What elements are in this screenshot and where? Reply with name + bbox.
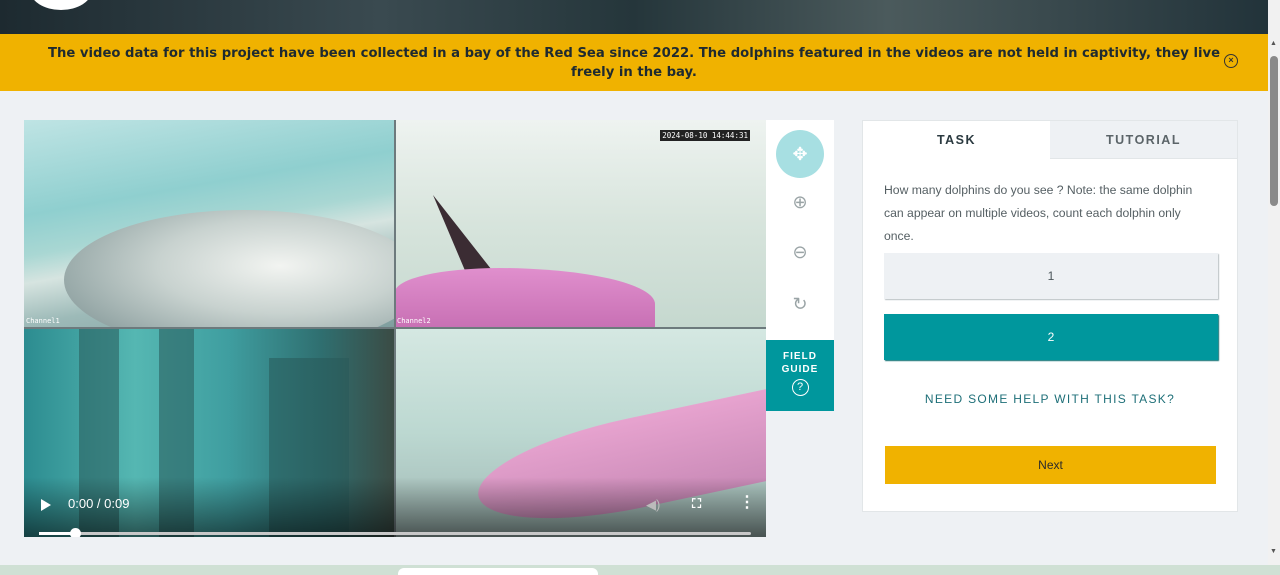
play-icon[interactable] [41,499,51,511]
scroll-down-icon[interactable]: ▼ [1270,548,1277,555]
hero-banner [0,0,1268,34]
task-panel: TASK TUTORIAL How many dolphins do you s… [862,120,1238,512]
channel-label: Channel2 [397,317,431,325]
camera-frame-2: 2024-08-10 14:44:31 Channel2 [395,120,766,328]
time-display: 0:00 / 0:09 [68,496,130,511]
progress-bar[interactable] [39,528,751,537]
rotate-icon[interactable]: ↻ [776,280,824,328]
scroll-up-icon[interactable]: ▲ [1270,40,1277,47]
field-guide-label: FIELD GUIDE [781,351,819,375]
progress-knob[interactable] [69,528,81,537]
tab-task[interactable]: TASK [863,121,1050,159]
announcement-text: The video data for this project have bee… [47,45,1221,80]
subject-viewer[interactable]: Channel1 2024-08-10 14:44:31 Channel2 0:… [24,120,766,537]
taskbar-search[interactable] [398,568,598,575]
fullscreen-icon[interactable]: ⛶ [692,496,701,512]
tab-tutorial[interactable]: TUTORIAL [1050,121,1237,159]
task-tabs: TASK TUTORIAL [863,121,1237,159]
more-options-icon[interactable]: ⋮ [739,492,755,512]
zoom-out-icon[interactable]: ⊖ [776,228,824,276]
answer-option-2[interactable]: 2 [884,314,1218,360]
close-icon[interactable]: × [1224,54,1238,68]
help-link[interactable]: NEED SOME HELP WITH THIS TASK? [863,392,1237,406]
page-scrollbar[interactable]: ▲ ▼ [1268,0,1280,565]
volume-icon[interactable]: ◀) [646,497,660,513]
answer-option-1[interactable]: 1 [884,253,1218,299]
task-question: How many dolphins do you see ? Note: the… [884,183,1193,243]
video-controls: 0:00 / 0:09 ◀) ⛶ ⋮ [24,477,766,537]
field-guide-button[interactable]: FIELD GUIDE ? [766,340,834,411]
scroll-thumb[interactable] [1270,56,1278,206]
zoom-in-icon[interactable]: ⊕ [776,178,824,226]
next-button[interactable]: Next [885,446,1216,484]
os-taskbar [0,565,1280,575]
channel-label: Channel1 [26,317,60,325]
timestamp-overlay: 2024-08-10 14:44:31 [660,130,750,141]
camera-frame-1: Channel1 [24,120,395,328]
help-circle-icon: ? [791,379,809,396]
announcement-banner: The video data for this project have bee… [0,34,1268,91]
project-avatar[interactable] [30,0,92,10]
move-icon[interactable]: ✥ [776,130,824,178]
image-toolbar: ✥ ⊕ ⊖ ↻ [766,120,834,340]
